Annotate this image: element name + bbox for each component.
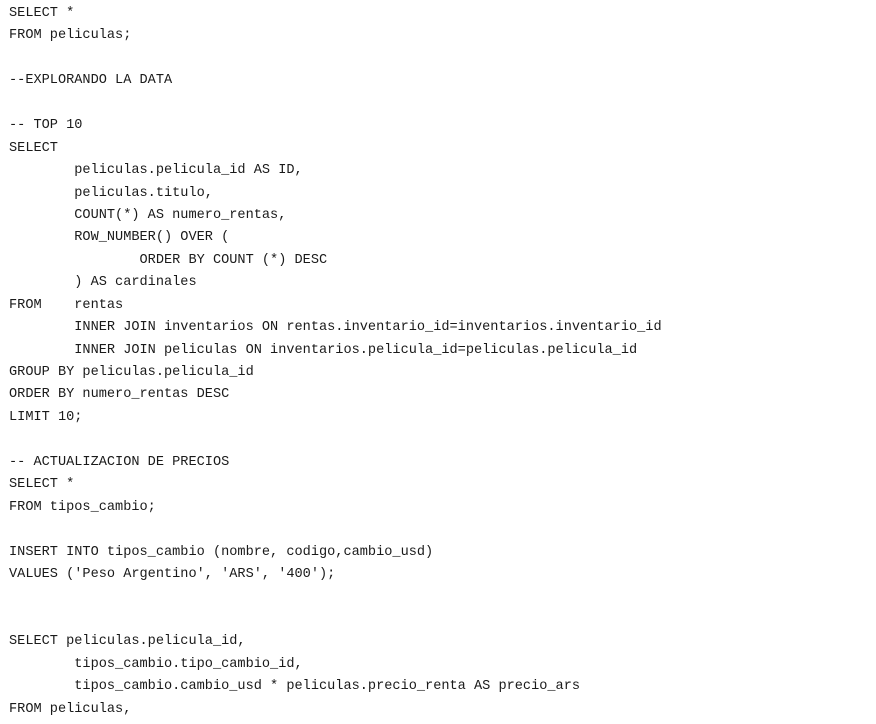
- code-line[interactable]: SELECT *: [9, 474, 869, 496]
- code-line[interactable]: FROM peliculas;: [9, 25, 869, 47]
- code-line[interactable]: LIMIT 10;: [9, 407, 869, 429]
- code-line[interactable]: peliculas.pelicula_id AS ID,: [9, 160, 869, 182]
- code-line[interactable]: SELECT *: [9, 3, 869, 25]
- code-line[interactable]: SELECT peliculas.pelicula_id,: [9, 631, 869, 653]
- sql-code-editor[interactable]: SELECT * FROM peliculas; --EXPLORANDO LA…: [9, 3, 869, 721]
- code-line[interactable]: [9, 93, 869, 115]
- code-line[interactable]: ORDER BY numero_rentas DESC: [9, 384, 869, 406]
- code-line[interactable]: --EXPLORANDO LA DATA: [9, 70, 869, 92]
- code-line[interactable]: INSERT INTO tipos_cambio (nombre, codigo…: [9, 542, 869, 564]
- code-line[interactable]: ROW_NUMBER() OVER (: [9, 227, 869, 249]
- code-line[interactable]: ORDER BY COUNT (*) DESC: [9, 250, 869, 272]
- code-line[interactable]: FROM peliculas,: [9, 699, 869, 721]
- code-line[interactable]: tipos_cambio.cambio_usd * peliculas.prec…: [9, 676, 869, 698]
- code-line[interactable]: [9, 429, 869, 451]
- code-line[interactable]: -- TOP 10: [9, 115, 869, 137]
- code-line[interactable]: INNER JOIN peliculas ON inventarios.peli…: [9, 340, 869, 362]
- code-line[interactable]: FROM rentas: [9, 295, 869, 317]
- code-line[interactable]: COUNT(*) AS numero_rentas,: [9, 205, 869, 227]
- code-line[interactable]: peliculas.titulo,: [9, 183, 869, 205]
- code-line[interactable]: FROM tipos_cambio;: [9, 497, 869, 519]
- code-line[interactable]: tipos_cambio.tipo_cambio_id,: [9, 654, 869, 676]
- code-line[interactable]: [9, 519, 869, 541]
- code-line[interactable]: VALUES ('Peso Argentino', 'ARS', '400');: [9, 564, 869, 586]
- code-line[interactable]: ) AS cardinales: [9, 272, 869, 294]
- code-line[interactable]: -- ACTUALIZACION DE PRECIOS: [9, 452, 869, 474]
- code-line[interactable]: [9, 609, 869, 631]
- code-line[interactable]: SELECT: [9, 138, 869, 160]
- code-line[interactable]: INNER JOIN inventarios ON rentas.inventa…: [9, 317, 869, 339]
- code-line[interactable]: [9, 48, 869, 70]
- code-line[interactable]: [9, 586, 869, 608]
- code-line[interactable]: GROUP BY peliculas.pelicula_id: [9, 362, 869, 384]
